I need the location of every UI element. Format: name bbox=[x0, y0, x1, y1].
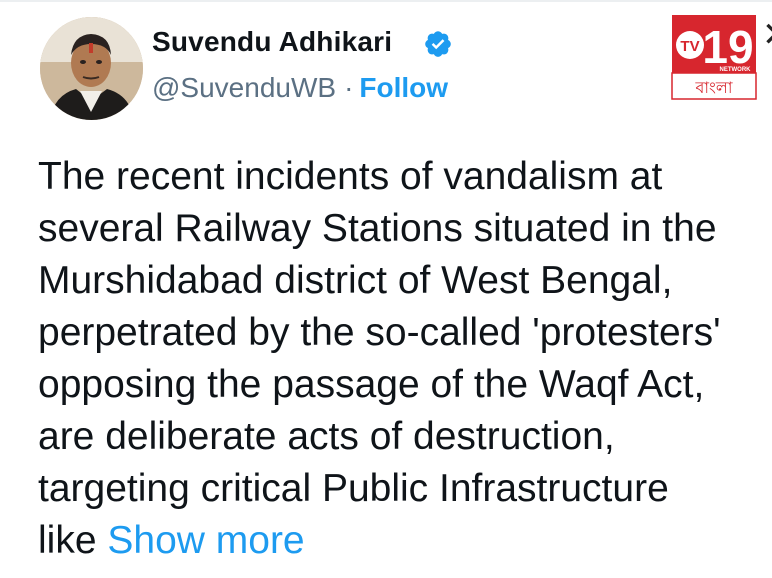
avatar[interactable] bbox=[40, 17, 143, 120]
logo-brand-number: 19 bbox=[702, 21, 753, 73]
divider bbox=[0, 0, 772, 2]
tweet-line: opposing the passage of the Waqf Act, bbox=[38, 363, 705, 406]
tweet-text: The recent incidents of vandalism at sev… bbox=[38, 151, 772, 567]
handle-row: @SuvenduWB · Follow bbox=[152, 72, 448, 104]
tweet-line: several Railway Stations situated in the bbox=[38, 207, 717, 250]
verified-badge-icon bbox=[423, 29, 453, 59]
tweet-card: Suvendu Adhikari @SuvenduWB · Follow TV 19… bbox=[0, 0, 772, 578]
show-more-link[interactable]: Show more bbox=[107, 519, 304, 562]
close-icon[interactable]: ✕ bbox=[762, 18, 772, 52]
tweet-line: are deliberate acts of destruction, bbox=[38, 415, 615, 458]
author-handle[interactable]: @SuvenduWB bbox=[152, 72, 336, 103]
separator-dot: · bbox=[344, 72, 354, 103]
avatar-photo bbox=[40, 17, 143, 120]
tweet-line: targeting critical Public Infrastructure bbox=[38, 467, 669, 510]
channel-logo: TV 19 NETWORK বাংলা bbox=[668, 15, 760, 101]
author-name[interactable]: Suvendu Adhikari bbox=[152, 26, 392, 58]
logo-network-text: NETWORK bbox=[720, 67, 752, 73]
tweet-line: Murshidabad district of West Bengal, bbox=[38, 259, 673, 302]
tweet-line-last: like Show more bbox=[38, 515, 772, 567]
follow-button[interactable]: Follow bbox=[359, 72, 448, 103]
tweet-line: The recent incidents of vandalism at bbox=[38, 155, 663, 198]
svg-text:TV: TV bbox=[680, 38, 699, 55]
logo-script-text: বাংলা bbox=[695, 78, 733, 97]
tweet-line: perpetrated by the so-called 'protesters… bbox=[38, 311, 721, 354]
tweet-line-last-text: like bbox=[38, 519, 97, 562]
